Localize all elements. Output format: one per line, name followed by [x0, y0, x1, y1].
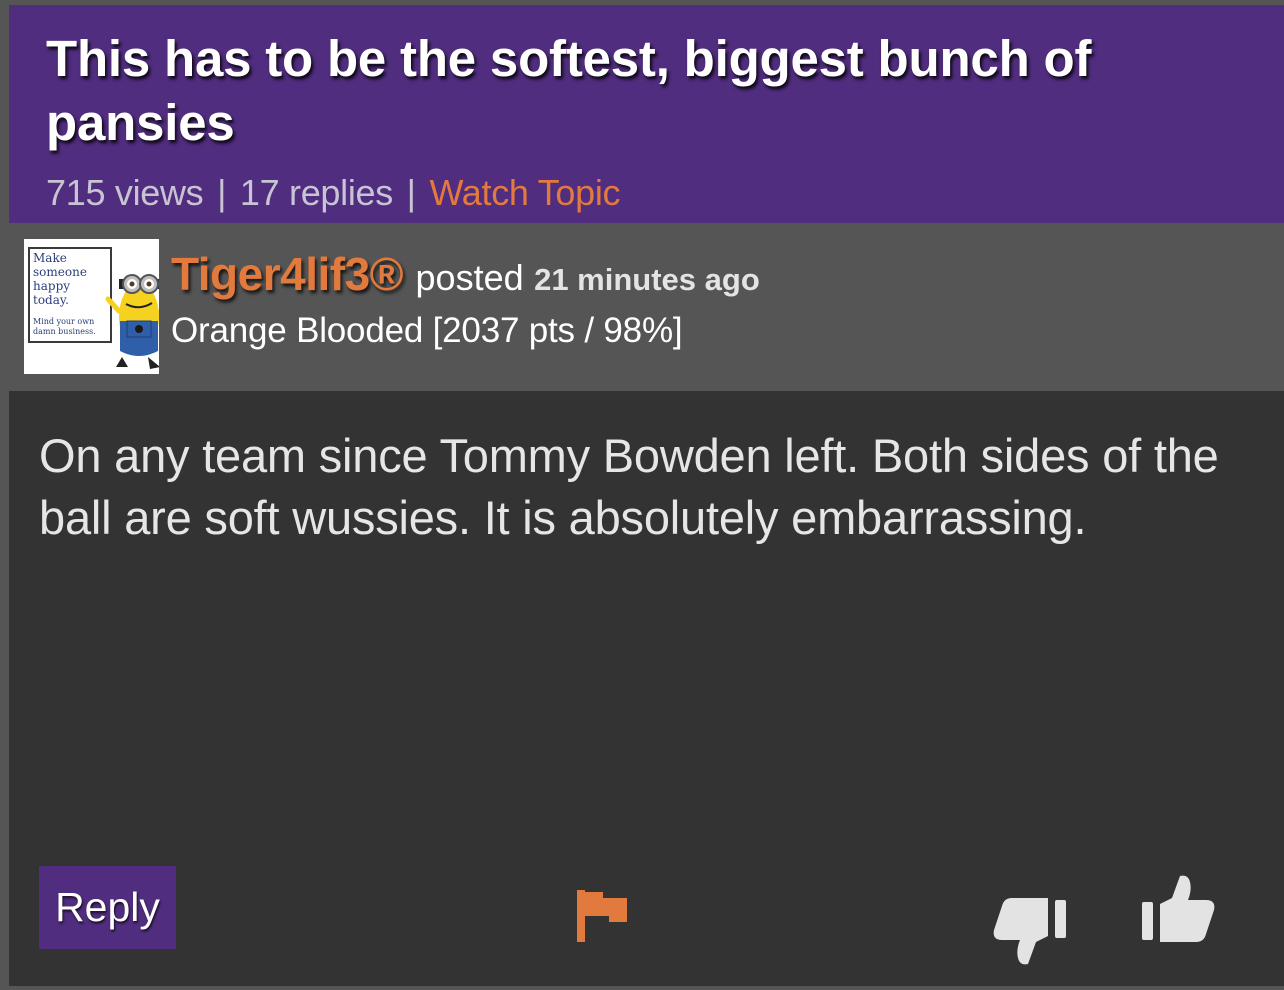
author-rank: Orange Blooded [2037 pts / 98%] — [171, 311, 683, 350]
topic-title: This has to be the softest, biggest bunc… — [46, 30, 1092, 151]
flag-icon[interactable] — [575, 888, 629, 944]
view-count: 715 views — [46, 172, 204, 213]
meta-separator: | — [217, 172, 227, 213]
thumbs-up-icon[interactable] — [1140, 874, 1218, 946]
author-bar: Make someone happy today. Mind your own … — [9, 225, 1284, 382]
topic-meta: 715 views | 17 replies | Watch Topic — [46, 173, 1248, 213]
thumbs-down-icon[interactable] — [992, 894, 1068, 966]
reply-button[interactable]: Reply — [39, 866, 176, 949]
forum-post-page: This has to be the softest, biggest bunc… — [0, 0, 1284, 990]
post-text: On any team since Tommy Bowden left. Bot… — [39, 429, 1219, 544]
watch-topic-link[interactable]: Watch Topic — [429, 172, 620, 213]
reply-count: 17 replies — [239, 172, 393, 213]
topic-header: This has to be the softest, biggest bunc… — [9, 5, 1284, 223]
post-timestamp: 21 minutes ago — [534, 262, 760, 297]
meta-separator: | — [406, 172, 416, 213]
author-name-link[interactable]: Tiger4lif3® — [171, 248, 404, 300]
posted-label: posted — [415, 257, 524, 298]
post-body: On any team since Tommy Bowden left. Bot… — [9, 391, 1284, 986]
author-line: Tiger4lif3® posted 21 minutes ago — [171, 247, 760, 301]
minion-illustration — [105, 274, 159, 369]
avatar[interactable]: Make someone happy today. Mind your own … — [24, 239, 159, 374]
